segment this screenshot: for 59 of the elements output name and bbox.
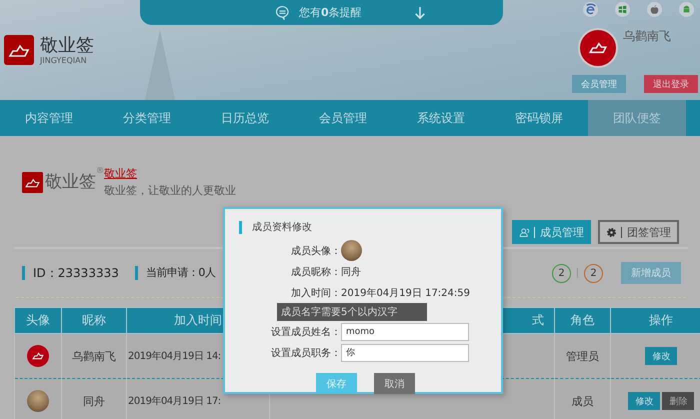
column-header: 角色 bbox=[554, 308, 610, 334]
application-count: 当前申请：0人 bbox=[134, 266, 216, 280]
user-avatar[interactable] bbox=[578, 28, 618, 68]
gear-icon bbox=[606, 226, 617, 238]
dialog-button[interactable]: 保存 bbox=[316, 373, 357, 394]
team-slogan: 敬业签，让敬业的人更敬业 bbox=[104, 183, 236, 198]
nav-tab[interactable]: 会员管理 bbox=[294, 100, 392, 136]
brand-pinyin: JINGYEQIAN bbox=[40, 56, 88, 64]
android-icon[interactable] bbox=[679, 2, 694, 17]
notice-bar[interactable]: 您有0条提醒 bbox=[140, 0, 503, 25]
chat-icon bbox=[275, 5, 290, 20]
dialog-title: 成员资料修改 bbox=[239, 221, 501, 234]
dialog-button[interactable]: 取消 bbox=[374, 373, 415, 394]
row-action-button[interactable]: 删除 bbox=[662, 392, 694, 410]
team-title-link[interactable]: 敬业签 bbox=[104, 166, 236, 181]
field-value: 2019年04月19日 17:24:59 bbox=[341, 286, 470, 300]
user-name: 乌鹳南飞 bbox=[623, 28, 671, 45]
header-button[interactable]: 退出登录 bbox=[644, 75, 698, 93]
field-label: 成员昵称： bbox=[290, 266, 341, 278]
header-button[interactable]: 会员管理 bbox=[572, 75, 626, 93]
field-label: 加入时间： bbox=[290, 286, 341, 300]
windows-icon[interactable] bbox=[615, 2, 630, 17]
count-circle: 2 bbox=[584, 264, 603, 282]
browser-icon[interactable] bbox=[583, 2, 598, 17]
logo-icon bbox=[4, 35, 34, 65]
avatar-photo bbox=[27, 390, 49, 412]
brand-name: 敬业签 bbox=[40, 36, 94, 56]
count-circle: 2 bbox=[552, 264, 571, 282]
table-cell: 同舟 bbox=[62, 378, 126, 419]
nav-tab[interactable]: 密码锁屏 bbox=[490, 100, 588, 136]
notice-text: 您有0条提醒 bbox=[299, 5, 362, 20]
add-member-button[interactable]: 新增成员 bbox=[621, 262, 681, 284]
team-logo-text: 敬业签 bbox=[45, 171, 96, 194]
nav-tab[interactable]: 内容管理 bbox=[0, 100, 98, 136]
column-header: 操作 bbox=[610, 308, 700, 334]
table-cell: 成员 bbox=[554, 378, 610, 419]
nav-tab[interactable]: 团队便签 bbox=[588, 100, 686, 136]
down-arrow-icon[interactable] bbox=[414, 6, 426, 20]
nav-tab[interactable]: 日历总览 bbox=[196, 100, 294, 136]
apple-icon[interactable] bbox=[647, 2, 662, 17]
column-header: 昵称 bbox=[62, 308, 126, 334]
nav-tab[interactable]: 系统设置 bbox=[392, 100, 490, 136]
person-icon bbox=[519, 226, 530, 238]
validation-tooltip: 成员名字需要5个以内汉字 bbox=[277, 303, 427, 321]
avatar-icon bbox=[27, 345, 49, 367]
team-tab[interactable]: 团签管理 bbox=[598, 220, 679, 244]
field-value: 同舟 bbox=[341, 266, 361, 278]
team-tab[interactable]: 成员管理 bbox=[512, 220, 591, 244]
avatar-photo bbox=[341, 240, 362, 261]
row-action-button[interactable]: 修改 bbox=[628, 392, 660, 410]
nav-tab[interactable]: 分类管理 bbox=[98, 100, 196, 136]
field-label: 成员头像： bbox=[290, 244, 341, 258]
team-id: ID：23333333 bbox=[22, 266, 119, 280]
registered-mark: ® bbox=[96, 166, 104, 175]
field-label: 设置成员职务： bbox=[270, 346, 341, 360]
row-action-button[interactable]: 修改 bbox=[645, 347, 678, 365]
column-header: 头像 bbox=[14, 308, 62, 334]
input-field[interactable]: 你 bbox=[341, 344, 469, 362]
input-field[interactable]: momo bbox=[341, 322, 469, 340]
